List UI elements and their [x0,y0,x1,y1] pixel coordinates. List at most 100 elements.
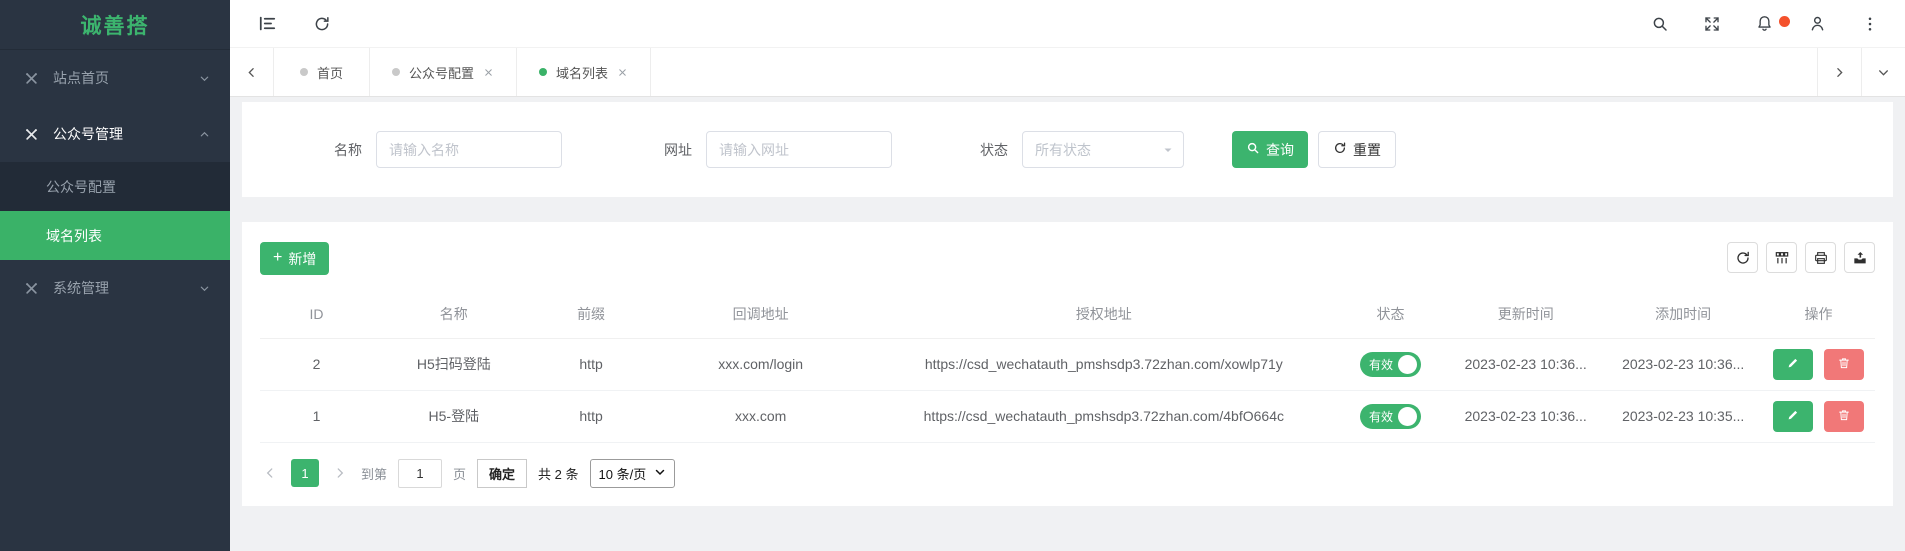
more-options-icon[interactable] [1861,15,1879,33]
caret-down-icon [654,466,666,481]
cell-name: H5扫码登陆 [373,338,535,391]
delete-button[interactable] [1824,400,1865,432]
top-header [230,0,1905,48]
cell-actions [1761,338,1875,391]
cell-status: 有效 [1333,390,1447,443]
reset-icon [1333,141,1347,158]
collapse-sidebar-icon[interactable] [258,14,277,33]
status-toggle-label: 有效 [1368,409,1393,424]
tools-icon [24,280,40,296]
tabs-menu-icon[interactable] [1861,48,1905,96]
col-header-auth-url: 授权地址 [873,291,1334,339]
reset-button[interactable]: 重置 [1318,131,1396,168]
search-button[interactable]: 查询 [1232,131,1308,168]
col-header-created: 添加时间 [1604,291,1762,339]
cell-status: 有效 [1333,338,1447,391]
sidebar-item-wechat-mgmt[interactable]: 公众号管理 [0,106,230,162]
goto-confirm-button[interactable]: 确定 [477,458,528,488]
cell-auth-url: https://csd_wechatauth_pmshsdp3.72zhan.c… [873,338,1334,391]
sidebar-item-wechat-config[interactable]: 公众号配置 [0,162,230,211]
col-header-name: 名称 [373,291,535,339]
notifications-bell-icon[interactable] [1755,14,1790,33]
add-button[interactable]: + 新增 [260,242,330,275]
status-filter-select[interactable]: 所有状态 [1022,131,1184,168]
tabs-scroll-right-icon[interactable] [1817,48,1861,96]
cell-created: 2023-02-23 10:35... [1604,390,1762,443]
page-size-value: 10 条/页 [598,466,647,482]
close-tab-icon[interactable] [617,67,628,78]
sidebar-submenu-wechat: 公众号配置 域名列表 [0,162,230,260]
app-root: 诚善搭 站点首页 公众号管理 公众号配置 域名列表 系统管理 首页 公众号配置 … [0,0,1905,551]
table-panel: + 新增 ID 名称 前缀 回调地址 授权地址 状态 更新时间 添加时间 操作 … [242,222,1893,506]
goto-page-input[interactable] [398,458,443,488]
sidebar-item-domain-list[interactable]: 域名列表 [0,211,230,260]
sidebar-item-system-mgmt[interactable]: 系统管理 [0,260,230,316]
tab-status-dot [539,68,548,76]
status-filter-value: 所有状态 [1035,141,1091,158]
tab-domain-list[interactable]: 域名列表 [517,48,652,96]
app-logo: 诚善搭 [0,0,230,50]
edit-button[interactable] [1772,348,1813,380]
notification-badge [1779,16,1790,27]
status-toggle-label: 有效 [1368,357,1393,372]
tab-wechat-config[interactable]: 公众号配置 [370,48,518,96]
total-count-label: 共 2 条 [538,466,579,482]
status-toggle[interactable]: 有效 [1359,351,1421,377]
cell-id: 2 [260,338,374,391]
page-size-select[interactable]: 10 条/页 [589,458,676,488]
url-filter-label: 网址 [664,141,692,158]
tab-label: 域名列表 [556,65,609,81]
reset-button-label: 重置 [1353,141,1381,158]
page-number-button[interactable]: 1 [291,459,319,487]
prev-page-icon[interactable] [260,466,280,480]
plus-icon: + [273,248,283,266]
cell-actions [1761,390,1875,443]
tools-icon [24,70,40,86]
search-button-label: 查询 [1266,141,1294,158]
columns-toggle-icon[interactable] [1766,242,1797,273]
add-button-label: 新增 [288,250,317,267]
tab-label: 首页 [316,65,343,81]
status-filter-label: 状态 [980,141,1008,158]
chevron-down-icon [199,283,210,294]
col-header-prefix: 前缀 [534,291,648,339]
page-unit-label: 页 [453,466,467,482]
tab-home[interactable]: 首页 [274,48,370,96]
fullscreen-icon[interactable] [1703,15,1721,33]
cell-updated: 2023-02-23 10:36... [1447,338,1605,391]
cell-updated: 2023-02-23 10:36... [1447,390,1605,443]
search-icon [1246,141,1260,158]
cell-id: 1 [260,390,374,443]
sidebar-item-label: 站点首页 [53,70,109,86]
col-header-status: 状态 [1333,291,1447,339]
delete-button[interactable] [1824,348,1865,380]
tabs-scroll-left-icon[interactable] [230,48,274,96]
status-toggle[interactable]: 有效 [1359,403,1421,429]
sidebar-item-label: 公众号管理 [53,126,123,142]
cell-name: H5-登陆 [373,390,535,443]
search-icon[interactable] [1651,15,1669,33]
toggle-knob [1397,354,1417,374]
user-icon[interactable] [1808,14,1827,33]
sidebar-subitem-label: 域名列表 [46,227,102,244]
tools-icon [24,126,40,142]
refresh-table-icon[interactable] [1727,242,1758,273]
next-page-icon[interactable] [330,466,350,480]
sidebar-subitem-label: 公众号配置 [46,178,116,195]
close-tab-icon[interactable] [483,67,494,78]
col-header-callback: 回调地址 [647,291,874,339]
pagination: 1 到第 页 确定 共 2 条 10 条/页 [260,458,1875,488]
cell-prefix: http [534,338,648,391]
name-filter-input[interactable] [376,131,562,168]
url-filter-input[interactable] [706,131,892,168]
cell-created: 2023-02-23 10:36... [1604,338,1762,391]
refresh-page-icon[interactable] [313,15,331,33]
print-icon[interactable] [1805,242,1836,273]
table-toolbar: + 新增 [260,242,1875,275]
chevron-down-icon [199,73,210,84]
sidebar-item-site-home[interactable]: 站点首页 [0,50,230,106]
chevron-up-icon [199,129,210,140]
cell-callback: xxx.com/login [647,338,874,391]
edit-button[interactable] [1772,400,1813,432]
export-icon[interactable] [1844,242,1875,273]
